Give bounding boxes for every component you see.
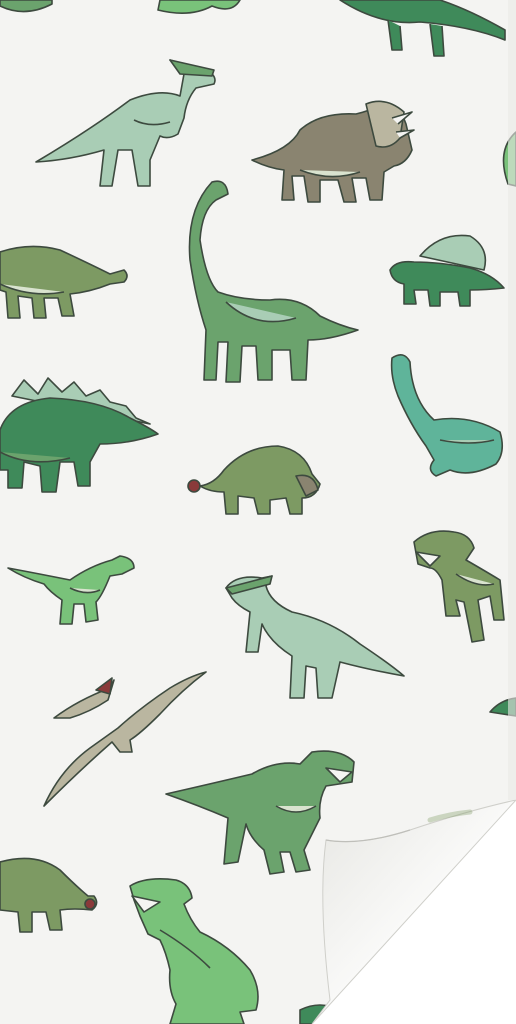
dinosaur-poster (0, 0, 516, 1024)
poster-artwork (0, 0, 516, 1024)
poster-edge-shadow (508, 0, 516, 800)
